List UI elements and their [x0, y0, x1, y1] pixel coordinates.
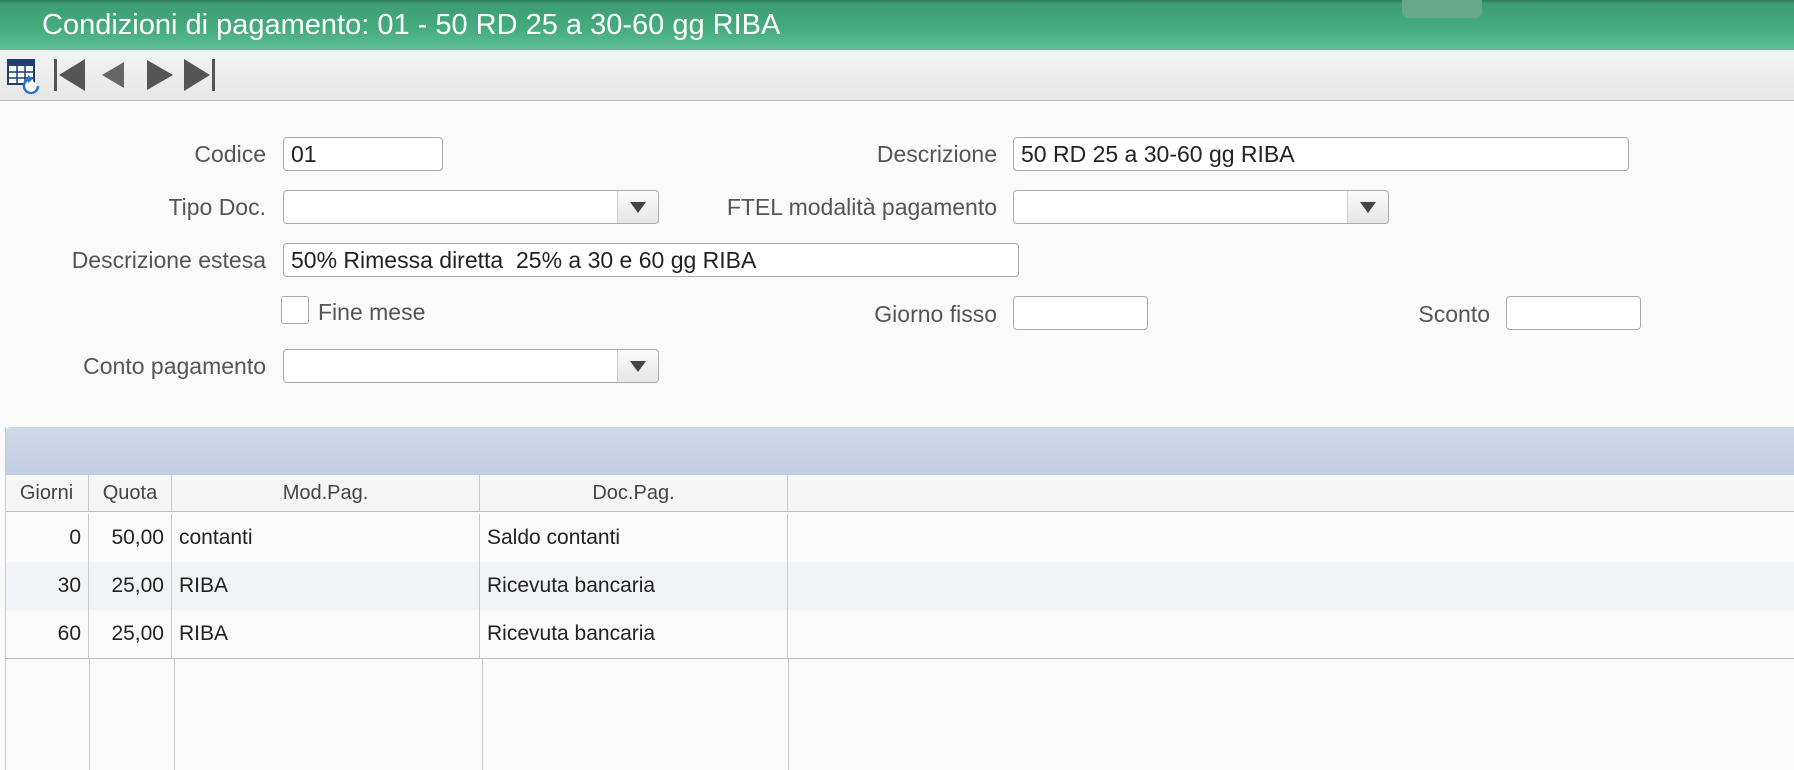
- table-row[interactable]: 0 50,00 contanti Saldo contanti: [5, 514, 1794, 562]
- cell-doc-pag: Ricevuta bancaria: [480, 610, 788, 658]
- first-record-icon[interactable]: [51, 56, 89, 94]
- codice-input[interactable]: [283, 137, 443, 171]
- chevron-down-icon[interactable]: [617, 350, 658, 382]
- conto-pagamento-select[interactable]: [283, 349, 659, 383]
- next-record-icon[interactable]: [139, 56, 177, 94]
- grid-column-divider: [482, 659, 483, 770]
- grid-left-border: [5, 427, 6, 770]
- payment-terms-form: Codice Descrizione Tipo Doc. FTEL modali…: [0, 101, 1794, 424]
- table-row[interactable]: 60 25,00 RIBA Ricevuta bancaria: [5, 610, 1794, 658]
- cell-mod-pag: contanti: [172, 514, 480, 562]
- descrizione-estesa-label: Descrizione estesa: [71, 247, 266, 273]
- grid-column-divider: [788, 659, 789, 770]
- cell-giorni: 0: [5, 514, 89, 562]
- descrizione-label: Descrizione: [876, 141, 997, 167]
- tipo-doc-label: Tipo Doc.: [168, 194, 266, 220]
- ftel-modalita-select[interactable]: [1013, 190, 1389, 224]
- grid-column-divider: [89, 659, 90, 770]
- grid-column-divider: [174, 659, 175, 770]
- column-header-mod-pag[interactable]: Mod.Pag.: [172, 475, 480, 511]
- title-bar-tab[interactable]: [1402, 0, 1482, 18]
- descrizione-input[interactable]: [1013, 137, 1629, 171]
- installments-grid: Giorni Quota Mod.Pag. Doc.Pag. 0 50,00 c…: [5, 427, 1794, 770]
- column-header-quota[interactable]: Quota: [89, 475, 172, 511]
- table-row[interactable]: 30 25,00 RIBA Ricevuta bancaria: [5, 562, 1794, 610]
- cell-doc-pag: Saldo contanti: [480, 514, 788, 562]
- fine-mese-checkbox[interactable]: [281, 296, 309, 324]
- cell-quota: 25,00: [89, 562, 172, 610]
- giorno-fisso-input[interactable]: [1013, 296, 1148, 330]
- column-header-giorni[interactable]: Giorni: [5, 475, 89, 511]
- cell-giorni: 60: [5, 610, 89, 658]
- descrizione-estesa-input[interactable]: [283, 243, 1019, 277]
- fine-mese-label: Fine mese: [318, 299, 426, 325]
- previous-record-icon[interactable]: [94, 56, 132, 94]
- chevron-down-icon[interactable]: [1347, 191, 1388, 223]
- cell-quota: 25,00: [89, 610, 172, 658]
- column-header-doc-pag[interactable]: Doc.Pag.: [480, 475, 788, 511]
- sconto-label: Sconto: [1418, 301, 1490, 327]
- grid-header-band: [5, 427, 1794, 475]
- conto-pagamento-label: Conto pagamento: [83, 353, 266, 379]
- toolbar: [0, 50, 1794, 101]
- sconto-input[interactable]: [1506, 296, 1641, 330]
- giorno-fisso-label: Giorno fisso: [874, 301, 997, 327]
- cell-mod-pag: RIBA: [172, 610, 480, 658]
- last-record-icon[interactable]: [181, 56, 219, 94]
- window-title: Condizioni di pagamento: 01 - 50 RD 25 a…: [42, 9, 781, 41]
- grid-column-headers: Giorni Quota Mod.Pag. Doc.Pag.: [5, 475, 1794, 512]
- cell-mod-pag: RIBA: [172, 562, 480, 610]
- cell-quota: 50,00: [89, 514, 172, 562]
- codice-label: Codice: [194, 141, 266, 167]
- cell-giorni: 30: [5, 562, 89, 610]
- cell-doc-pag: Ricevuta bancaria: [480, 562, 788, 610]
- ftel-modalita-label: FTEL modalità pagamento: [726, 194, 997, 220]
- tipo-doc-select[interactable]: [283, 190, 659, 224]
- table-list-icon[interactable]: [4, 56, 42, 95]
- grid-rows-end-divider: [5, 658, 1794, 659]
- chevron-down-icon[interactable]: [617, 191, 658, 223]
- title-bar: Condizioni di pagamento: 01 - 50 RD 25 a…: [0, 0, 1794, 50]
